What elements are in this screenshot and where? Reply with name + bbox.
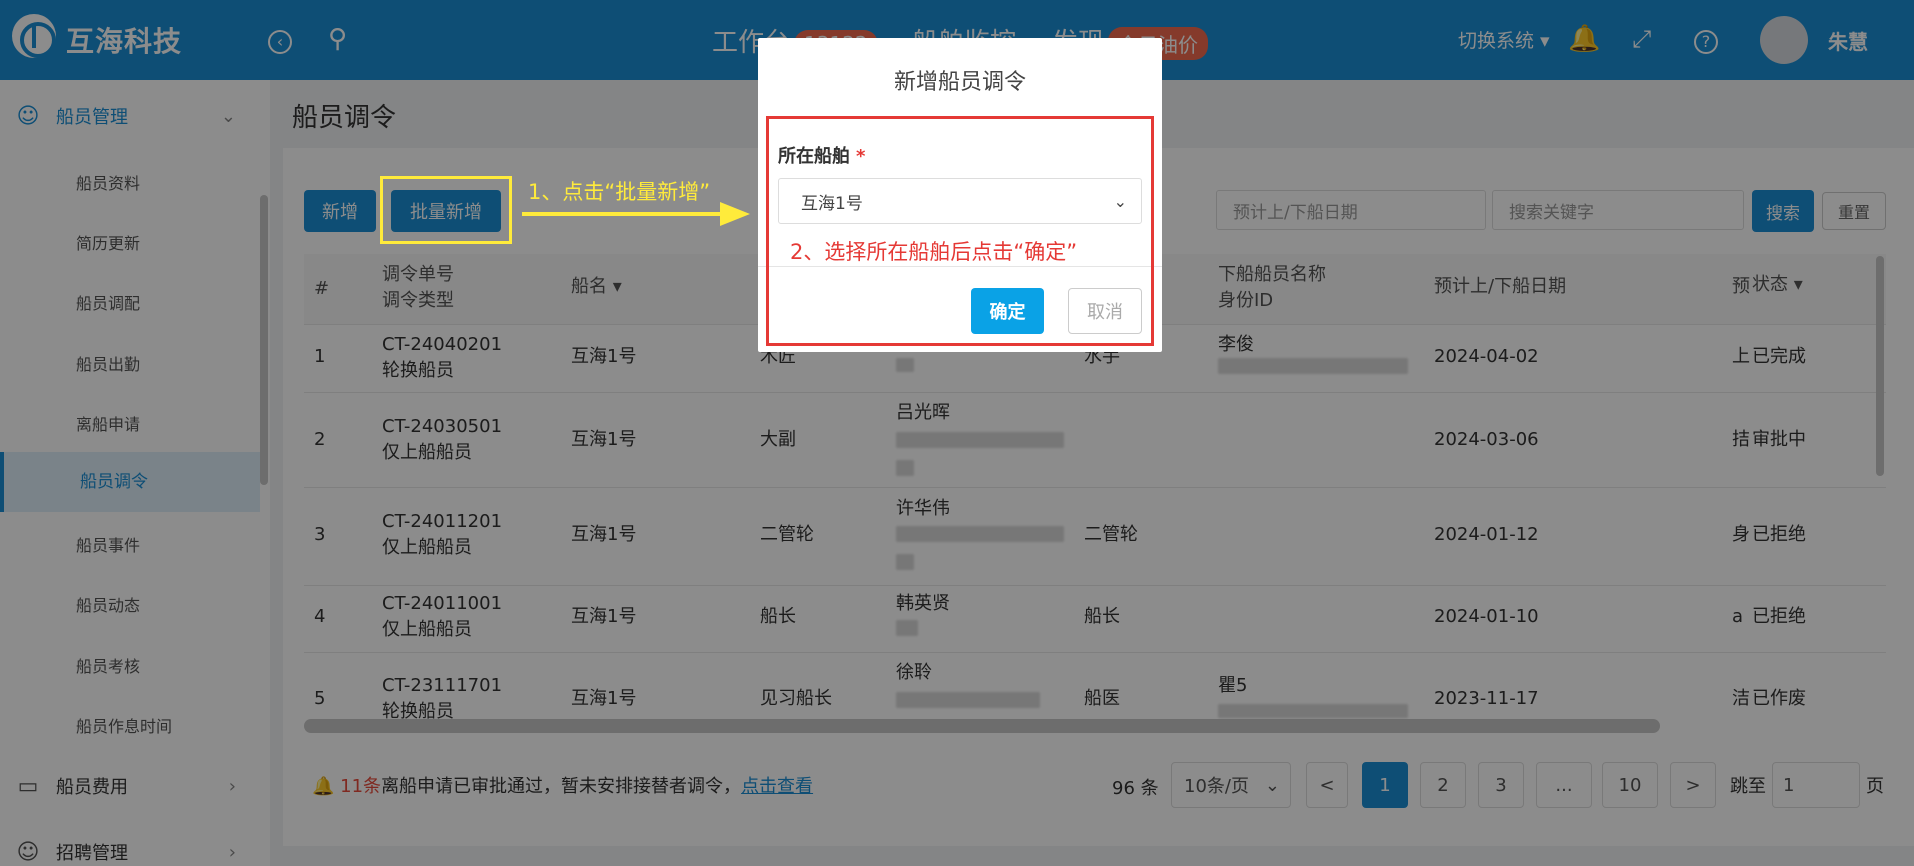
highlight-dialog-body xyxy=(766,116,1154,346)
arrow-right-icon xyxy=(522,202,750,226)
dialog-title: 新增船员调令 xyxy=(893,70,1026,95)
highlight-batch-add xyxy=(380,176,512,244)
